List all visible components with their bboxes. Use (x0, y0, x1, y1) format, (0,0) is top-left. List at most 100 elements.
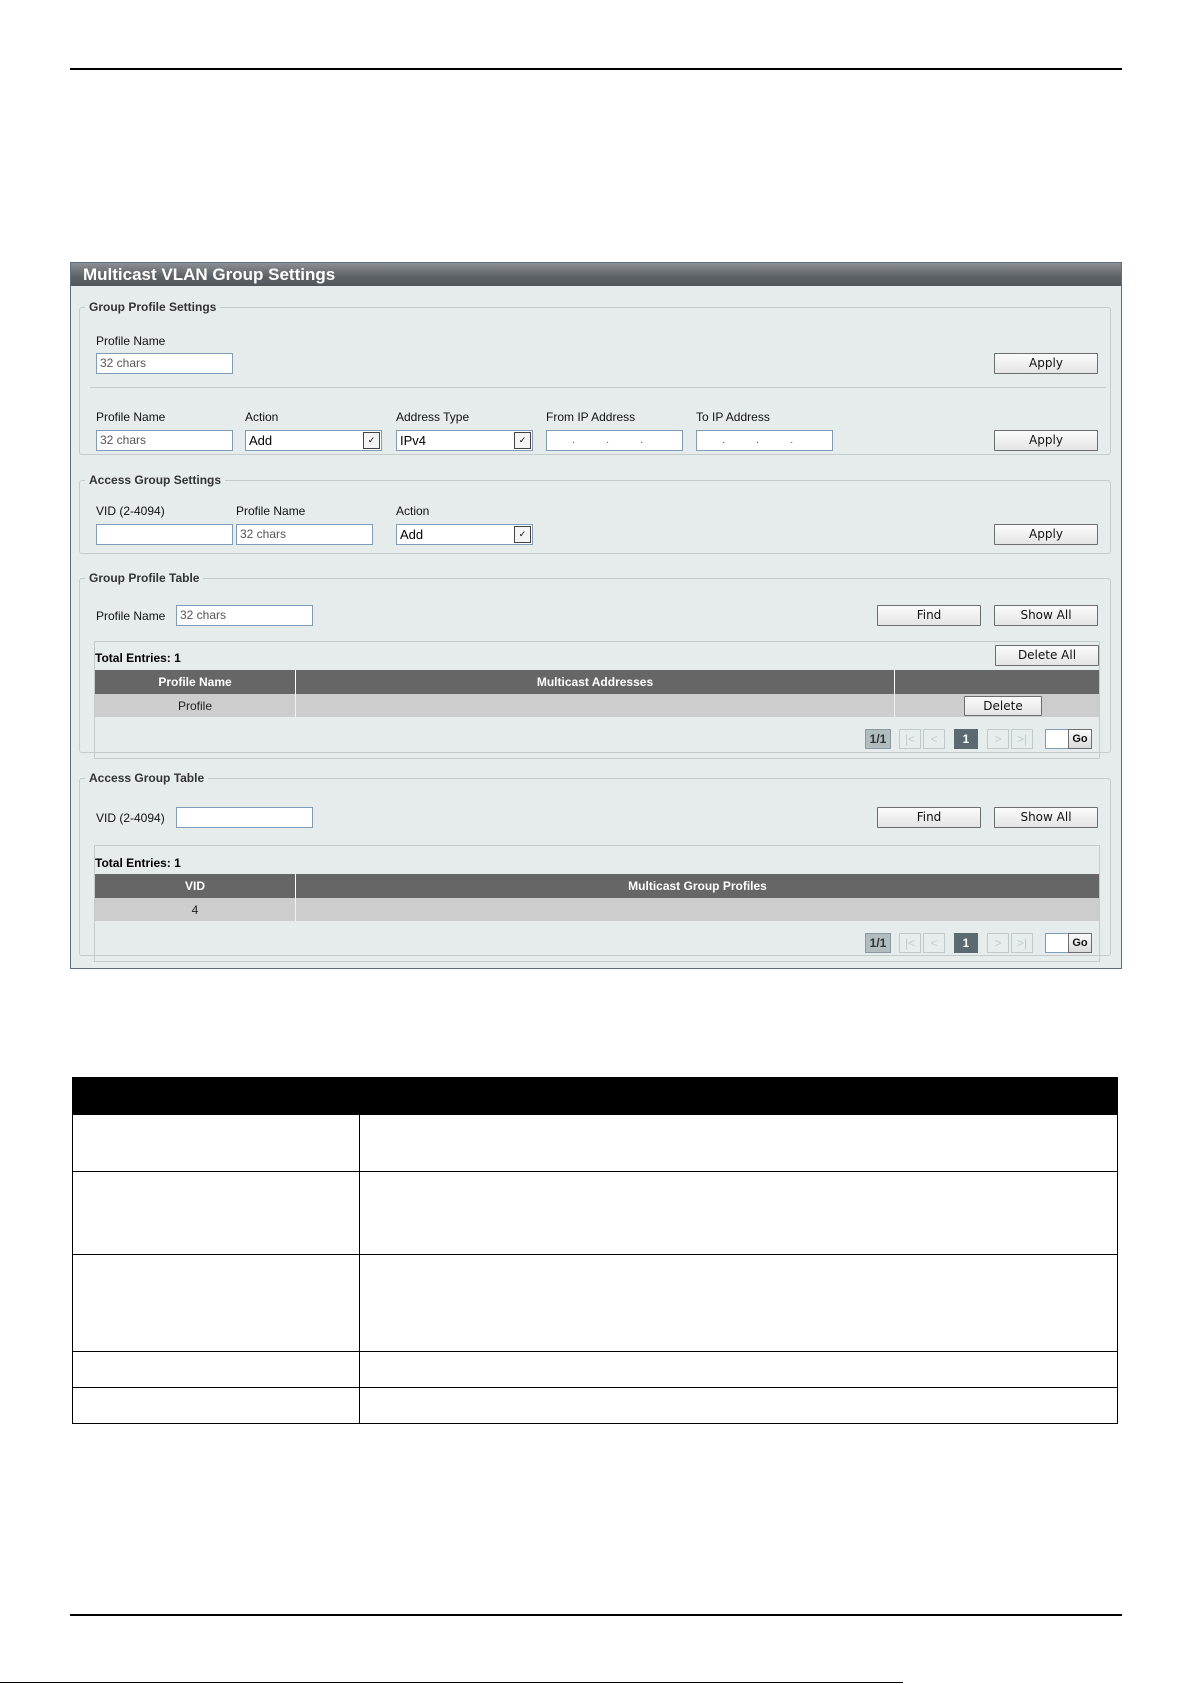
cell-profile-name: Profile (177, 699, 212, 713)
total-entries: Total Entries: 1 (95, 651, 181, 665)
table-header: VID Multicast Group Profiles (95, 874, 1099, 898)
show-all-button[interactable]: Show All (994, 807, 1098, 828)
chevron-down-icon: ✓ (514, 432, 531, 449)
pager: 1/1 |< < 1 > >| Go (865, 729, 1099, 749)
apply-button[interactable]: Apply (994, 353, 1098, 374)
from-ip-address-label: From IP Address (546, 410, 636, 424)
panel-title: Multicast VLAN Group Settings (71, 263, 1121, 286)
column-header-profile-name: Profile Name (158, 675, 232, 689)
to-ip-address-input[interactable]: . . . (696, 430, 833, 451)
table-cell (359, 1254, 1118, 1352)
vid-input[interactable] (96, 524, 233, 545)
apply-button[interactable]: Apply (994, 430, 1098, 451)
access-group-settings-section: Access Group Settings VID (2-4094) Profi… (79, 473, 1111, 554)
prev-page-button[interactable]: < (923, 933, 945, 953)
page-count: 1/1 (865, 933, 891, 953)
action-select-value: Add (400, 527, 424, 542)
current-page[interactable]: 1 (954, 933, 978, 953)
table-cell (72, 1254, 360, 1352)
column-header-multicast-group-profiles: Multicast Group Profiles (295, 874, 1099, 898)
profile-name-search-input[interactable]: 32 chars (176, 605, 313, 626)
find-button[interactable]: Find (877, 605, 981, 626)
divider (90, 387, 1106, 388)
cell-multicast-group-profiles (295, 898, 1099, 921)
profile-name-input[interactable]: 32 chars (96, 430, 233, 451)
address-type-select[interactable]: IPv4 ✓ (396, 430, 533, 451)
bottom-rule (70, 1614, 1122, 1616)
current-page[interactable]: 1 (954, 729, 978, 749)
apply-button[interactable]: Apply (994, 524, 1098, 545)
address-type-select-value: IPv4 (400, 433, 427, 448)
table-cell (72, 1387, 360, 1424)
access-group-settings-legend: Access Group Settings (89, 473, 222, 487)
action-select[interactable]: Add ✓ (245, 430, 382, 451)
group-profile-table-area: Total Entries: 1 Delete All Profile Name… (94, 641, 1100, 759)
column-header-action (894, 670, 1099, 694)
table-cell (72, 1171, 360, 1255)
profile-name-input[interactable]: 32 chars (236, 524, 373, 545)
column-header-multicast-addresses: Multicast Addresses (295, 670, 894, 694)
table-row (72, 1351, 1118, 1388)
profile-name-input[interactable]: 32 chars (96, 353, 233, 374)
table-cell (359, 1171, 1118, 1255)
go-button[interactable]: Go (1068, 933, 1092, 953)
delete-all-button[interactable]: Delete All (995, 645, 1099, 666)
action-label: Action (396, 504, 430, 518)
table-row: 4 (95, 898, 1099, 921)
next-page-button[interactable]: > (987, 933, 1009, 953)
to-ip-address-label: To IP Address (696, 410, 770, 424)
profile-name-label: Profile Name (236, 504, 306, 518)
from-ip-address-input[interactable]: . . . (546, 430, 683, 451)
group-profile-table-section: Group Profile Table Profile Name 32 char… (79, 571, 1111, 759)
group-profile-table-legend: Group Profile Table (89, 571, 200, 585)
last-page-button[interactable]: >| (1011, 729, 1033, 749)
vid-search-input[interactable] (176, 807, 313, 828)
profile-name-label: Profile Name (96, 410, 166, 424)
prev-page-button[interactable]: < (923, 729, 945, 749)
first-page-button[interactable]: |< (899, 729, 921, 749)
access-group-table-area: Total Entries: 1 VID Multicast Group Pro… (94, 845, 1100, 962)
action-select-value: Add (249, 433, 273, 448)
header-cell (359, 1077, 1118, 1115)
table-row (72, 1171, 1118, 1255)
table-cell (72, 1351, 360, 1388)
page-count: 1/1 (865, 729, 891, 749)
profile-name-label: Profile Name (96, 334, 166, 348)
page-edge-line (0, 1682, 903, 1683)
last-page-button[interactable]: >| (1011, 933, 1033, 953)
pager: 1/1 |< < 1 > >| Go (865, 933, 1099, 953)
table-row (72, 1387, 1118, 1424)
vid-label: VID (2-4094) (96, 811, 165, 825)
first-page-button[interactable]: |< (899, 933, 921, 953)
next-page-button[interactable]: > (987, 729, 1009, 749)
table-row (72, 1254, 1118, 1352)
chevron-down-icon: ✓ (363, 432, 380, 449)
access-group-table-legend: Access Group Table (89, 771, 205, 785)
table-cell (359, 1387, 1118, 1424)
go-button[interactable]: Go (1068, 729, 1092, 749)
access-group-table-section: Access Group Table VID (2-4094) Find Sho… (79, 771, 1111, 962)
delete-button[interactable]: Delete (964, 696, 1042, 716)
header-cell (72, 1077, 360, 1115)
address-type-label: Address Type (396, 410, 470, 424)
vid-label: VID (2-4094) (96, 504, 165, 518)
table-row (72, 1114, 1118, 1172)
table-header-row (72, 1077, 1118, 1115)
profile-name-label: Profile Name (96, 609, 166, 623)
cell-vid: 4 (191, 903, 199, 917)
top-rule (70, 68, 1122, 70)
table-cell (72, 1114, 360, 1172)
table-row: Profile (95, 694, 1099, 717)
table-header: Profile Name Multicast Addresses (95, 670, 1099, 694)
cell-multicast-addresses (295, 694, 894, 717)
column-header-vid: VID (184, 879, 205, 893)
total-entries: Total Entries: 1 (95, 856, 181, 870)
multicast-vlan-group-settings-panel: Multicast VLAN Group Settings Group Prof… (70, 262, 1122, 969)
table-cell (359, 1114, 1118, 1172)
group-profile-settings-legend: Group Profile Settings (89, 300, 217, 314)
action-select[interactable]: Add ✓ (396, 524, 533, 545)
show-all-button[interactable]: Show All (994, 605, 1098, 626)
table-cell (359, 1351, 1118, 1388)
find-button[interactable]: Find (877, 807, 981, 828)
parameter-description-table (72, 1077, 1118, 1424)
